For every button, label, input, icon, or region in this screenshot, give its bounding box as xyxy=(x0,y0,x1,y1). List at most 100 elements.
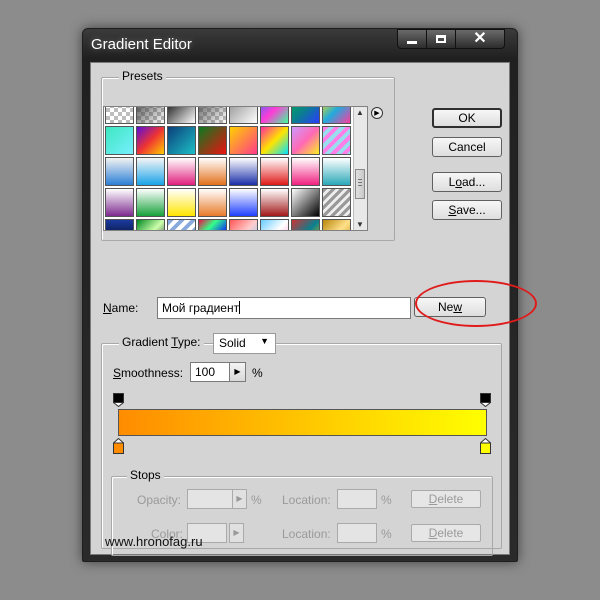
preset-swatch[interactable] xyxy=(105,107,134,124)
gradient-type-value: Solid xyxy=(219,336,246,350)
gradient-name-value: Мой градиент xyxy=(162,301,240,315)
color-stop-right[interactable] xyxy=(480,438,491,454)
preset-swatch[interactable] xyxy=(322,157,351,186)
opacity-arrow-icon[interactable]: ▶ xyxy=(232,489,247,509)
delete-mnemonic: D xyxy=(428,492,438,506)
load-button[interactable]: Load... xyxy=(432,172,502,192)
presets-scrollbar[interactable]: ▲ ▼ xyxy=(353,107,367,230)
dialog-client-area: Presets ▶ ▲ ▼ OK Cancel Load... Save... … xyxy=(90,62,537,556)
preset-swatch[interactable] xyxy=(167,188,196,217)
preset-swatch[interactable] xyxy=(136,126,165,155)
new-label-part: Ne xyxy=(437,300,454,314)
color-arrow-icon[interactable]: ▶ xyxy=(229,523,244,543)
preset-swatch[interactable] xyxy=(260,219,289,230)
presets-label: Presets xyxy=(119,69,166,83)
color-location-input[interactable] xyxy=(337,523,377,543)
gradient-type-label-mnemonic: T xyxy=(171,335,178,349)
preset-swatch-grid xyxy=(104,107,353,230)
maximize-button[interactable] xyxy=(426,29,456,49)
preset-swatch[interactable] xyxy=(229,188,258,217)
preset-swatch[interactable] xyxy=(136,107,165,124)
color-location-label: Location: xyxy=(282,527,331,541)
preset-swatch[interactable] xyxy=(167,126,196,155)
preset-swatch[interactable] xyxy=(136,219,165,230)
save-button[interactable]: Save... xyxy=(432,200,502,220)
preset-swatch[interactable] xyxy=(260,188,289,217)
preset-swatch[interactable] xyxy=(260,107,289,124)
new-label-mnemonic: w xyxy=(453,300,462,314)
preset-swatch[interactable] xyxy=(229,107,258,124)
watermark-url: www.hronofag.ru xyxy=(105,534,203,549)
smoothness-label-mnemonic: S xyxy=(113,366,122,380)
preset-swatch[interactable] xyxy=(198,219,227,230)
preset-swatch[interactable] xyxy=(198,107,227,124)
delete-label-rest: elete xyxy=(437,526,464,540)
preset-swatch[interactable] xyxy=(229,126,258,155)
save-label-rest: ave... xyxy=(456,203,486,217)
preset-swatch[interactable] xyxy=(291,157,320,186)
preset-swatch[interactable] xyxy=(198,188,227,217)
preset-swatch[interactable] xyxy=(167,107,196,124)
gradient-type-label-part: Gradient xyxy=(122,335,172,349)
opacity-location-input[interactable] xyxy=(337,489,377,509)
name-label-mnemonic: N xyxy=(103,301,112,315)
opacity-input[interactable] xyxy=(187,489,233,509)
scroll-up-icon[interactable]: ▲ xyxy=(356,108,364,117)
preset-swatch[interactable] xyxy=(322,219,351,230)
smoothness-arrow-icon[interactable]: ▶ xyxy=(229,362,246,382)
preset-swatch[interactable] xyxy=(322,126,351,155)
preset-swatch[interactable] xyxy=(105,157,134,186)
delete-label-rest: elete xyxy=(437,492,464,506)
load-label-mnemonic: o xyxy=(455,175,462,189)
preset-swatch[interactable] xyxy=(167,219,196,230)
preset-swatch[interactable] xyxy=(198,157,227,186)
smoothness-input[interactable]: 100 xyxy=(190,362,230,382)
window-title: Gradient Editor xyxy=(91,36,192,53)
opacity-location-label: Location: xyxy=(282,493,331,507)
gradient-type-label-rest: ype: xyxy=(177,335,201,349)
preset-swatch[interactable] xyxy=(105,126,134,155)
opacity-stop-right[interactable] xyxy=(480,393,491,407)
preset-swatch[interactable] xyxy=(291,219,320,230)
load-label-rest: ad... xyxy=(462,175,486,189)
preset-swatch[interactable] xyxy=(105,219,134,230)
preset-swatch[interactable] xyxy=(229,157,258,186)
presets-menu-icon[interactable]: ▶ xyxy=(371,107,383,119)
presets-list: ▲ ▼ xyxy=(103,106,368,231)
close-icon: ✕ xyxy=(473,30,487,47)
preset-swatch[interactable] xyxy=(105,188,134,217)
scroll-thumb[interactable] xyxy=(355,169,366,199)
minimize-button[interactable] xyxy=(397,29,427,49)
scroll-down-icon[interactable]: ▼ xyxy=(356,220,364,229)
gradient-name-input[interactable]: Мой градиент xyxy=(157,297,411,319)
ok-button[interactable]: OK xyxy=(432,108,502,128)
preset-swatch[interactable] xyxy=(136,157,165,186)
preset-swatch[interactable] xyxy=(291,188,320,217)
new-button[interactable]: New xyxy=(414,297,486,317)
preset-swatch[interactable] xyxy=(136,188,165,217)
name-label-rest: ame: xyxy=(111,301,139,315)
cancel-button[interactable]: Cancel xyxy=(432,137,502,157)
preset-swatch[interactable] xyxy=(291,107,320,124)
preset-swatch[interactable] xyxy=(322,188,351,217)
gradient-type-select[interactable]: Solid ▼ xyxy=(213,333,276,354)
color-stop-left[interactable] xyxy=(113,438,124,454)
preset-swatch[interactable] xyxy=(260,157,289,186)
stops-label: Stops xyxy=(127,468,164,482)
minimize-icon xyxy=(407,40,417,44)
opacity-label: Opacity: xyxy=(137,493,182,507)
delete-color-stop-button[interactable]: Delete xyxy=(411,524,481,542)
close-button[interactable]: ✕ xyxy=(455,29,505,49)
preset-swatch[interactable] xyxy=(229,219,258,230)
preset-swatch[interactable] xyxy=(198,126,227,155)
preset-swatch[interactable] xyxy=(322,107,351,124)
delete-opacity-stop-button[interactable]: Delete xyxy=(411,490,481,508)
name-label: Name: xyxy=(103,301,138,315)
preset-swatch[interactable] xyxy=(260,126,289,155)
preset-swatch[interactable] xyxy=(291,126,320,155)
opacity-stop-left[interactable] xyxy=(113,393,124,407)
color-location-unit: % xyxy=(381,527,392,541)
gradient-preview-bar[interactable] xyxy=(118,409,487,436)
gradient-editor-window: Gradient Editor ✕ Presets ▶ ▲ ▼ OK Cance… xyxy=(82,28,537,562)
preset-swatch[interactable] xyxy=(167,157,196,186)
